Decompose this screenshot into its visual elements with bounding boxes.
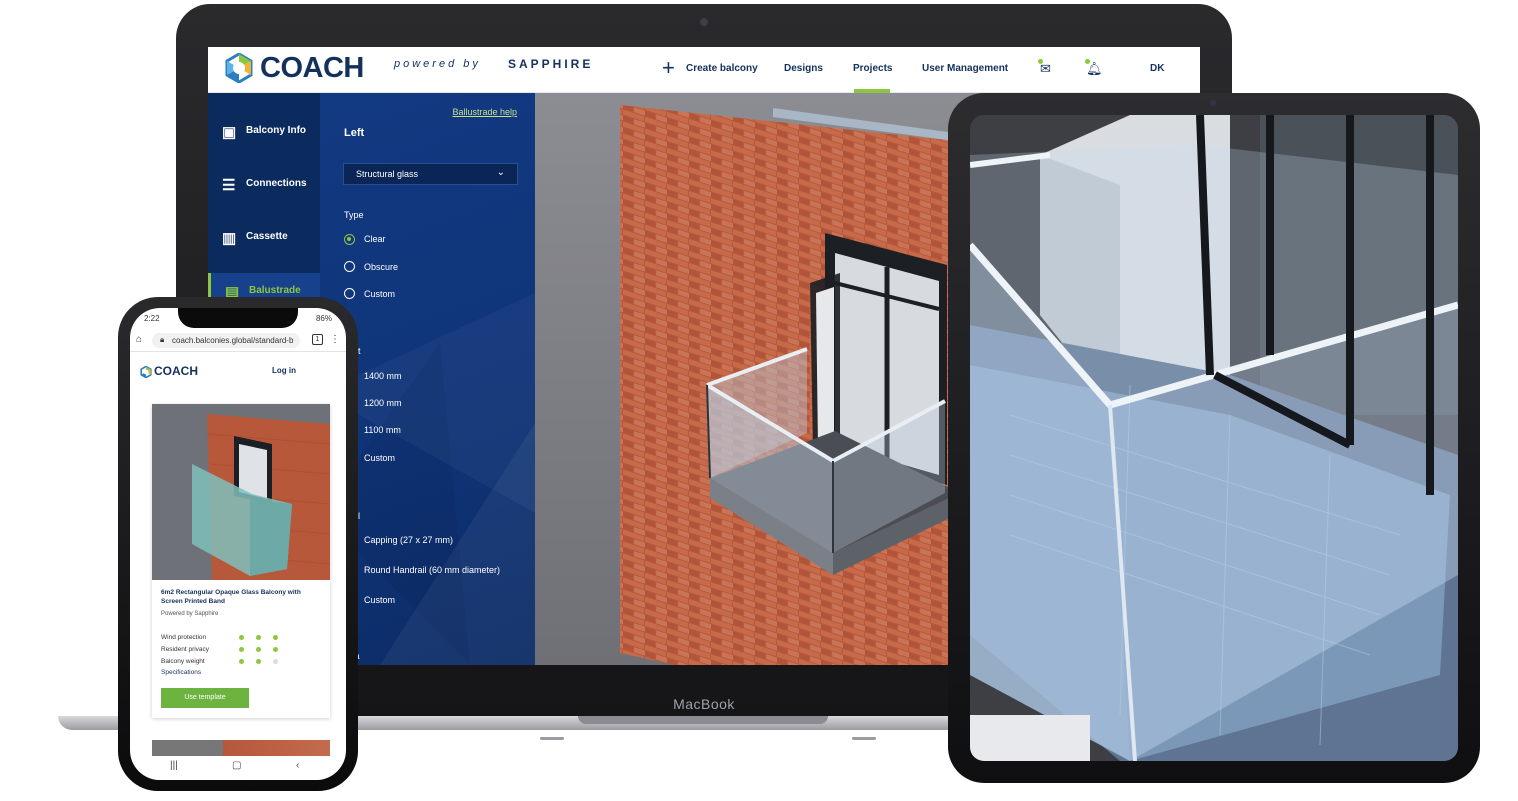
sidebar-item-cassette[interactable]: ▥ Cassette	[208, 219, 320, 257]
option-label: Obscure	[364, 262, 399, 272]
tablet-camera	[1210, 100, 1216, 106]
sidebar-item-label: Connections	[246, 178, 307, 189]
home-button-icon[interactable]: ▢	[232, 760, 241, 771]
rating-dot	[273, 647, 278, 652]
height-option[interactable]: 1100 mm	[364, 425, 401, 435]
phone-screen: 2:22 86% ⌂ coach.balconies.global/standa…	[130, 308, 346, 780]
sidebar-item-balcony-info[interactable]: ▣ Balcony Info	[208, 113, 320, 151]
template-preview-image[interactable]	[152, 404, 330, 580]
height-option[interactable]: Custom	[364, 453, 395, 463]
use-template-button[interactable]: Use template	[161, 688, 249, 708]
app-header: COACH powered by SAPPHIRE + Create balco…	[208, 47, 1200, 93]
tablet-screen[interactable]	[970, 115, 1458, 761]
coach-logo-icon	[225, 53, 253, 83]
cassette-icon: ▥	[222, 230, 237, 247]
connections-icon: ☰	[222, 177, 236, 194]
rating-dot	[256, 647, 261, 652]
rating-dot-empty	[273, 659, 278, 664]
nav-projects[interactable]: Projects	[853, 63, 892, 74]
template-subtitle: Powered by Sapphire	[161, 611, 219, 617]
rail-option[interactable]: Round Handrail (60 mm diameter)	[364, 565, 500, 575]
recents-icon[interactable]: |||	[170, 760, 178, 771]
rating-label: Wind protection	[161, 634, 207, 641]
side-title: Left	[344, 127, 365, 139]
laptop-camera	[700, 18, 708, 26]
back-icon[interactable]: ‹	[296, 760, 299, 771]
url-field[interactable]: coach.balconies.global/standard-b	[152, 333, 300, 348]
rating-dot	[239, 647, 244, 652]
nav-create-balcony[interactable]: Create balcony	[686, 63, 758, 74]
radio-obscure[interactable]	[344, 261, 355, 272]
rating-dot	[256, 659, 261, 664]
template-card: 6m2 Rectangular Opaque Glass Balcony wit…	[152, 404, 330, 718]
rating-dot	[256, 635, 261, 640]
template-render	[152, 404, 330, 580]
rating-label: Resident privacy	[161, 646, 210, 653]
nav-user-management[interactable]: User Management	[922, 63, 1008, 74]
tab-count[interactable]: 1	[312, 334, 323, 345]
rail-option[interactable]: Capping (27 x 27 mm)	[364, 535, 453, 545]
tablet-balcony-closeup	[970, 115, 1458, 761]
option-label: Clear	[364, 234, 386, 244]
mail-notification-dot	[1038, 59, 1043, 64]
sidebar-item-label: Balcony Info	[246, 125, 307, 136]
rail-option[interactable]: Custom	[364, 595, 395, 605]
logo-text[interactable]: COACH	[260, 52, 364, 85]
tablet	[948, 93, 1480, 783]
laptop-opening-notch	[578, 716, 828, 724]
rating-dot	[239, 635, 244, 640]
height-option[interactable]: 1200 mm	[364, 398, 402, 408]
chevron-down-icon: ⌄	[496, 167, 505, 178]
android-nav-bar: ||| ▢ ‹	[130, 756, 346, 780]
nav-designs[interactable]: Designs	[784, 63, 823, 74]
dropdown-value: Structural glass	[356, 169, 419, 179]
rating-dot	[239, 659, 244, 664]
radio-custom-type[interactable]	[344, 288, 355, 299]
battery-level: 86%	[315, 314, 332, 323]
type-section-label: Type	[344, 210, 364, 220]
specifications-link[interactable]: Specifications	[161, 669, 201, 676]
wallet-icon: ▣	[222, 124, 237, 141]
coach-logo-icon	[140, 366, 152, 378]
rating-dot	[273, 635, 278, 640]
login-link[interactable]: Log in	[272, 366, 296, 375]
status-time: 2:22	[144, 314, 160, 323]
language-selector[interactable]: DK	[1150, 63, 1164, 74]
sidebar-item-connections[interactable]: ☰ Connections	[208, 166, 320, 204]
radio-clear[interactable]	[344, 234, 355, 245]
more-menu-icon[interactable]: ⋮	[330, 334, 340, 345]
sidebar-item-label: Balustrade	[249, 285, 301, 296]
phone-notch	[178, 308, 298, 328]
lock-icon: 🔒︎	[160, 335, 165, 344]
laptop-foot	[540, 737, 564, 740]
template-title[interactable]: 6m2 Rectangular Opaque Glass Balcony wit…	[161, 588, 321, 606]
home-icon[interactable]: ⌂	[136, 334, 142, 345]
rating-label: Balcony weight	[161, 658, 205, 665]
powered-by-label: powered by	[394, 58, 481, 70]
plus-icon[interactable]: +	[662, 55, 675, 81]
logo-text[interactable]: COACH	[154, 364, 198, 378]
option-label: Custom	[364, 289, 396, 299]
sapphire-label: SAPPHIRE	[508, 57, 594, 71]
bell-notification-dot	[1085, 59, 1090, 64]
laptop-foot	[852, 737, 876, 740]
phone: 2:22 86% ⌂ coach.balconies.global/standa…	[118, 297, 358, 791]
device-mockup-stage: COACH powered by SAPPHIRE + Create balco…	[0, 0, 1518, 801]
height-option[interactable]: 1400 mm	[364, 371, 402, 381]
sidebar-item-label: Cassette	[246, 231, 288, 242]
url-text: coach.balconies.global/standard-b	[172, 336, 294, 345]
balustrade-help-link[interactable]: Ballustrade help	[452, 107, 517, 117]
balustrade-type-dropdown[interactable]: Structural glass ⌄	[343, 163, 518, 185]
browser-url-bar: ⌂ coach.balconies.global/standard-b 🔒︎ 1…	[130, 330, 346, 352]
